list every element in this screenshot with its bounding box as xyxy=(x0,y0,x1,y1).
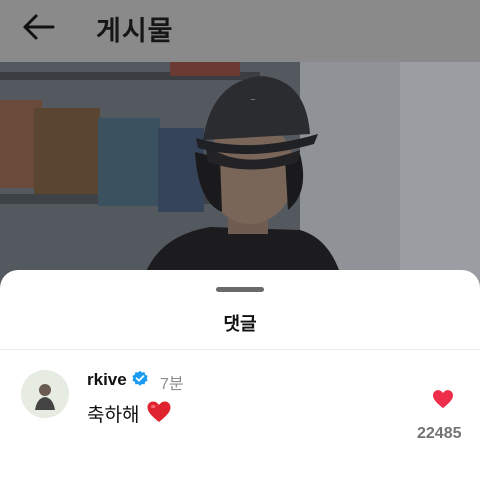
avatar[interactable] xyxy=(21,370,69,418)
sheet-title: 댓글 xyxy=(223,314,257,334)
verified-badge-icon xyxy=(132,370,148,386)
divider xyxy=(0,349,480,350)
comment-item: rkive 7분 축하해 22485 xyxy=(0,360,480,470)
comment-username[interactable]: rkive xyxy=(87,370,127,390)
comments-sheet: 댓글 rkive 7분 축하해 22485 xyxy=(0,270,480,480)
like-heart-icon[interactable] xyxy=(432,389,454,409)
page-title: 게시물 xyxy=(96,16,174,46)
post-header: 게시물 xyxy=(0,0,480,62)
red-heart-emoji-icon xyxy=(147,401,171,422)
comment-text: 축하해 xyxy=(87,405,140,426)
comment-time: 7분 xyxy=(160,376,184,393)
back-arrow-icon[interactable] xyxy=(20,12,56,42)
sheet-drag-handle[interactable] xyxy=(216,287,264,292)
svg-text:~: ~ xyxy=(250,96,256,104)
like-count: 22485 xyxy=(417,425,462,442)
post-photo: ~ xyxy=(0,62,480,292)
